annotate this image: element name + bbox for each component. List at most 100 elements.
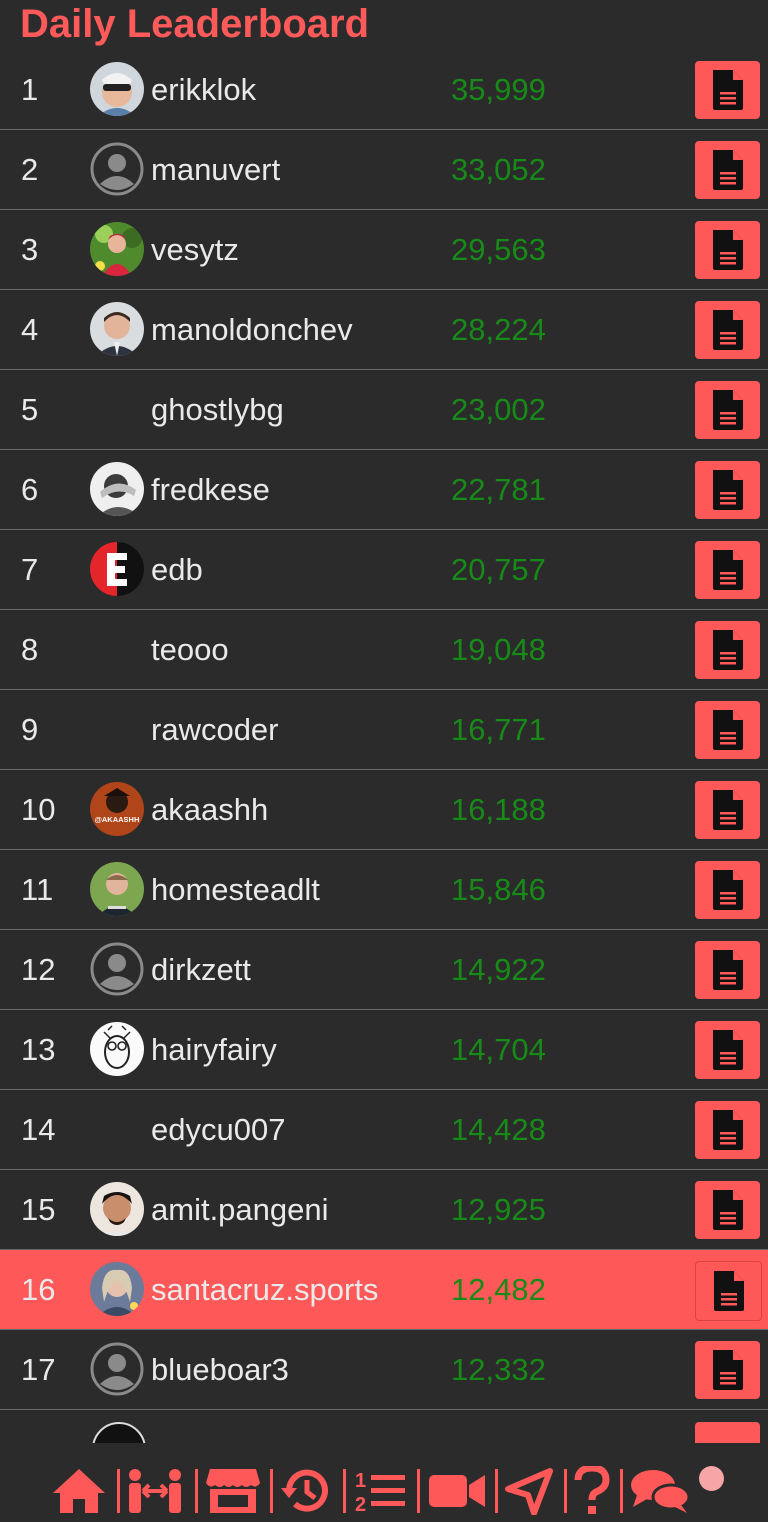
- username[interactable]: akaashh: [151, 770, 268, 849]
- rank-number: 13: [21, 1032, 56, 1067]
- report-button[interactable]: [695, 781, 760, 839]
- report-button[interactable]: [695, 1341, 760, 1399]
- report-button[interactable]: [695, 1101, 760, 1159]
- rank-number: 11: [21, 872, 54, 907]
- rank-number: 5: [21, 392, 39, 427]
- leaderboard-row[interactable]: 9 rawcoder 16,771: [0, 690, 768, 770]
- username[interactable]: santacruz.sports: [151, 1250, 378, 1329]
- leaderboard-row[interactable]: 15 amit.pangeni 12,925: [0, 1170, 768, 1250]
- home-icon[interactable]: [50, 1465, 108, 1517]
- username[interactable]: manoldonchev: [151, 290, 353, 369]
- username[interactable]: teooo: [151, 610, 229, 689]
- document-icon: [712, 230, 743, 270]
- avatar[interactable]: [90, 1182, 144, 1236]
- username[interactable]: edb: [151, 530, 203, 609]
- share-icon[interactable]: [503, 1465, 555, 1517]
- username[interactable]: fredkese: [151, 450, 270, 529]
- avatar[interactable]: [90, 222, 144, 276]
- logo-e-icon[interactable]: [90, 542, 144, 596]
- username[interactable]: amit.pangeni: [151, 1170, 329, 1249]
- username[interactable]: ghostlybg: [151, 370, 284, 449]
- question-icon[interactable]: [570, 1465, 614, 1517]
- report-button[interactable]: [695, 861, 760, 919]
- score: 28,224: [451, 312, 546, 347]
- leaderboard-row[interactable]: 2 manuvert 33,052: [0, 130, 768, 210]
- nav-divider: [343, 1469, 346, 1513]
- leaderboard-row[interactable]: 3 vesytz 29,563: [0, 210, 768, 290]
- leaderboard-row-partial[interactable]: [0, 1410, 768, 1443]
- document-icon: [712, 710, 743, 750]
- avatar[interactable]: [90, 462, 144, 516]
- report-button[interactable]: [695, 1181, 760, 1239]
- document-icon: [712, 470, 743, 510]
- avatar[interactable]: @AKAASHH: [90, 782, 144, 836]
- report-button[interactable]: [695, 301, 760, 359]
- default-user-icon[interactable]: [90, 1342, 144, 1396]
- leaderboard-row[interactable]: 10 @AKAASHH akaashh 16,188: [0, 770, 768, 850]
- username[interactable]: hairyfairy: [151, 1010, 277, 1089]
- default-user-icon[interactable]: [90, 942, 144, 996]
- document-icon: [712, 1110, 743, 1150]
- leaderboard-row[interactable]: 7 edb 20,757: [0, 530, 768, 610]
- document-icon: [712, 1030, 743, 1070]
- history-icon[interactable]: [278, 1465, 334, 1517]
- leaderboard-row[interactable]: 1 erikklok 35,999: [0, 50, 768, 130]
- username[interactable]: rawcoder: [151, 690, 279, 769]
- leaderboard-row[interactable]: 12 dirkzett 14,922: [0, 930, 768, 1010]
- default-user-icon[interactable]: [90, 142, 144, 196]
- leaderboard-row[interactable]: 6 fredkese 22,781: [0, 450, 768, 530]
- avatar[interactable]: [90, 302, 144, 356]
- avatar[interactable]: [90, 862, 144, 916]
- chat-icon[interactable]: [628, 1465, 692, 1517]
- username[interactable]: edycu007: [151, 1090, 285, 1169]
- store-icon[interactable]: [205, 1465, 261, 1517]
- report-button[interactable]: [695, 381, 760, 439]
- username[interactable]: erikklok: [151, 50, 256, 129]
- report-button[interactable]: [695, 61, 760, 119]
- username[interactable]: vesytz: [151, 210, 239, 289]
- avatar[interactable]: [90, 1262, 144, 1316]
- people-exchange-icon[interactable]: [125, 1465, 185, 1517]
- username[interactable]: dirkzett: [151, 930, 251, 1009]
- leaderboard-row[interactable]: 4 manoldonchev 28,224: [0, 290, 768, 370]
- leaderboard-row-current-user[interactable]: 16 santacruz.sports 12,482: [0, 1250, 768, 1330]
- nav-divider: [564, 1469, 567, 1513]
- leaderboard-row[interactable]: 8 teooo 19,048: [0, 610, 768, 690]
- score: 14,428: [451, 1112, 546, 1147]
- report-button[interactable]: [695, 1422, 760, 1443]
- nav-divider: [195, 1469, 198, 1513]
- leaderboard-row[interactable]: 17 blueboar3 12,332: [0, 1330, 768, 1410]
- report-button[interactable]: [695, 1261, 762, 1321]
- leaderboard-row[interactable]: 11 homesteadlt 15,846: [0, 850, 768, 930]
- rank-number: 15: [21, 1192, 56, 1227]
- username[interactable]: manuvert: [151, 130, 280, 209]
- rank-number: 8: [21, 632, 39, 667]
- document-icon: [712, 390, 743, 430]
- document-icon: [712, 790, 743, 830]
- leaderboard-row[interactable]: 13 hairyfairy 14,704: [0, 1010, 768, 1090]
- leaderboard-row[interactable]: 14 edycu007 14,428: [0, 1090, 768, 1170]
- score: 14,922: [451, 952, 546, 987]
- avatar[interactable]: [90, 1022, 144, 1076]
- video-camera-icon[interactable]: [427, 1465, 487, 1517]
- report-button[interactable]: [695, 461, 760, 519]
- leaderboard-row[interactable]: 5 ghostlybg 23,002: [0, 370, 768, 450]
- rank-number: 2: [21, 152, 39, 187]
- report-button[interactable]: [695, 941, 760, 999]
- avatar-logo-text: @AKAASHH: [95, 815, 140, 824]
- report-button[interactable]: [695, 701, 760, 759]
- report-button[interactable]: [695, 621, 760, 679]
- avatar[interactable]: [90, 62, 144, 116]
- ranked-list-icon[interactable]: 12: [352, 1465, 408, 1517]
- report-button[interactable]: [695, 141, 760, 199]
- report-button[interactable]: [695, 541, 760, 599]
- page-title: Daily Leaderboard: [20, 2, 370, 46]
- avatar[interactable]: [92, 1422, 146, 1443]
- notification-dot: [699, 1466, 724, 1491]
- username[interactable]: blueboar3: [151, 1330, 289, 1409]
- nav-divider: [417, 1469, 420, 1513]
- username[interactable]: homesteadlt: [151, 850, 320, 929]
- score: 22,781: [451, 472, 546, 507]
- report-button[interactable]: [695, 221, 760, 279]
- report-button[interactable]: [695, 1021, 760, 1079]
